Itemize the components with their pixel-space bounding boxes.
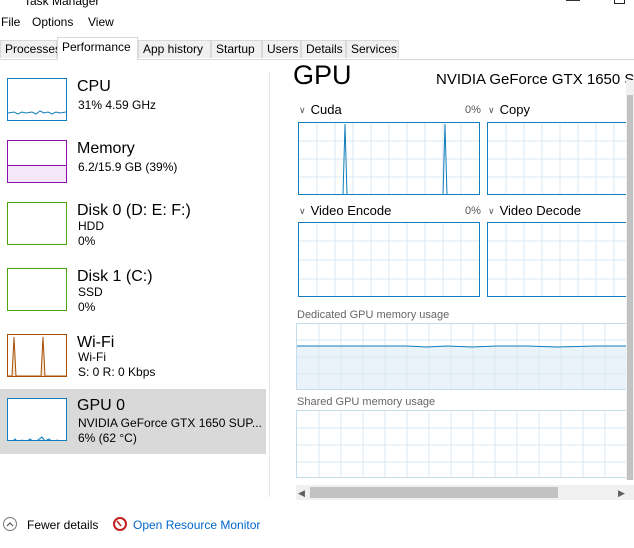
gpu-0-model: NVIDIA GeForce GTX 1650 SUP... (78, 416, 262, 430)
chevron-up-glyph (6, 522, 14, 527)
chevron-up-icon[interactable] (3, 517, 17, 531)
title-bar: Task Manager — (0, 0, 634, 12)
chevron-down-icon: ∨ (299, 206, 306, 216)
gpu-model-name: NVIDIA GeForce GTX 1650 S (436, 71, 634, 88)
engine-label-copy: Copy (499, 102, 530, 117)
window-title: Task Manager (24, 0, 100, 8)
cpu-title: CPU (77, 78, 111, 95)
tab-startup[interactable]: Startup (211, 40, 262, 58)
menu-options[interactable]: Options (32, 15, 73, 29)
gpu-0-title: GPU 0 (77, 397, 126, 414)
minimize-icon[interactable]: — (566, 0, 580, 7)
fewer-details-button[interactable]: Fewer details (27, 518, 98, 532)
memory-thumbnail-graph (7, 140, 67, 183)
disk-0-title: Disk 0 (D: E: F:) (77, 202, 191, 219)
memory-usage: 6.2/15.9 GB (39%) (78, 160, 178, 174)
gpu-0-thumbnail-graph (7, 398, 67, 441)
tab-processes[interactable]: Processes (0, 40, 61, 58)
wifi-throughput: S: 0 R: 0 Kbps (78, 365, 156, 379)
resource-list: CPU 31% 4.59 GHz Memory 6.2/15.9 GB (39%… (0, 72, 266, 492)
wifi-adapter: Wi-Fi (78, 350, 106, 364)
open-resource-monitor-link[interactable]: Open Resource Monitor (133, 518, 260, 532)
sidebar-item-memory[interactable]: Memory 6.2/15.9 GB (39%) (0, 134, 266, 200)
sidebar-item-disk-0[interactable]: Disk 0 (D: E: F:) HDD 0% (0, 196, 266, 262)
sidebar-item-disk-1[interactable]: Disk 1 (C:) SSD 0% (0, 262, 266, 328)
horizontal-scrollbar-thumb[interactable] (310, 487, 558, 498)
disk-1-title: Disk 1 (C:) (77, 268, 153, 285)
pane-divider[interactable] (269, 72, 270, 497)
cpu-thumbnail-graph (7, 78, 67, 121)
gpu-0-usage: 6% (62 °C) (78, 431, 137, 445)
engine-selector-video-encode[interactable]: ∨ Video Encode (299, 203, 391, 218)
resource-monitor-glyph (116, 520, 122, 527)
engine-selector-copy[interactable]: ∨ Copy (488, 102, 530, 117)
dedicated-memory-label: Dedicated GPU memory usage (297, 309, 450, 321)
engine-percent-video-encode: 0% (465, 205, 481, 217)
menu-bar: File Options View (0, 12, 634, 34)
tab-details[interactable]: Details (301, 40, 346, 58)
cpu-usage: 31% 4.59 GHz (78, 98, 157, 112)
scroll-left-icon[interactable]: ◀ (298, 488, 305, 499)
engine-selector-cuda[interactable]: ∨ Cuda (299, 102, 342, 117)
shared-memory-label: Shared GPU memory usage (297, 396, 436, 408)
copy-usage-graph (487, 122, 634, 195)
tab-users[interactable]: Users (262, 40, 301, 58)
tab-app-history[interactable]: App history (138, 40, 211, 58)
scroll-right-icon[interactable]: ▶ (618, 488, 625, 499)
chevron-down-icon: ∨ (488, 206, 495, 216)
engine-label-cuda: Cuda (310, 102, 342, 117)
chevron-down-icon: ∨ (488, 105, 495, 115)
shared-memory-graph (296, 410, 634, 478)
tab-services[interactable]: Services (346, 40, 399, 58)
tab-bar: Processes Performance App history Startu… (0, 37, 634, 60)
sidebar-item-gpu-0[interactable]: GPU 0 NVIDIA GeForce GTX 1650 SUP... 6% … (0, 389, 266, 454)
disk-1-type: SSD (78, 285, 103, 299)
dedicated-memory-graph (296, 323, 634, 390)
chevron-down-icon: ∨ (299, 105, 306, 115)
disk-0-thumbnail-graph (7, 202, 67, 245)
disk-1-usage: 0% (78, 300, 96, 314)
disk-0-type: HDD (78, 219, 104, 233)
disk-0-usage: 0% (78, 234, 96, 248)
engine-label-video-encode: Video Encode (310, 203, 392, 218)
vertical-scrollbar-thumb[interactable] (627, 95, 633, 480)
sidebar-item-wifi[interactable]: Wi-Fi Wi-Fi S: 0 R: 0 Kbps (0, 328, 266, 394)
video-decode-usage-graph (487, 222, 634, 297)
memory-title: Memory (77, 140, 135, 157)
cuda-usage-graph (298, 122, 480, 195)
maximize-icon[interactable] (614, 0, 625, 4)
sidebar-item-cpu[interactable]: CPU 31% 4.59 GHz (0, 72, 266, 138)
engine-percent-cuda: 0% (465, 104, 481, 116)
resource-monitor-icon[interactable] (113, 517, 127, 531)
menu-view[interactable]: View (88, 15, 114, 29)
tab-performance[interactable]: Performance (57, 37, 138, 60)
disk-1-thumbnail-graph (7, 268, 67, 311)
video-encode-usage-graph (298, 222, 480, 297)
engine-selector-video-decode[interactable]: ∨ Video Decode (488, 203, 581, 218)
menu-file[interactable]: File (1, 15, 20, 29)
engine-label-video-decode: Video Decode (499, 203, 582, 218)
page-title: GPU (293, 60, 352, 90)
wifi-thumbnail-graph (7, 334, 67, 377)
